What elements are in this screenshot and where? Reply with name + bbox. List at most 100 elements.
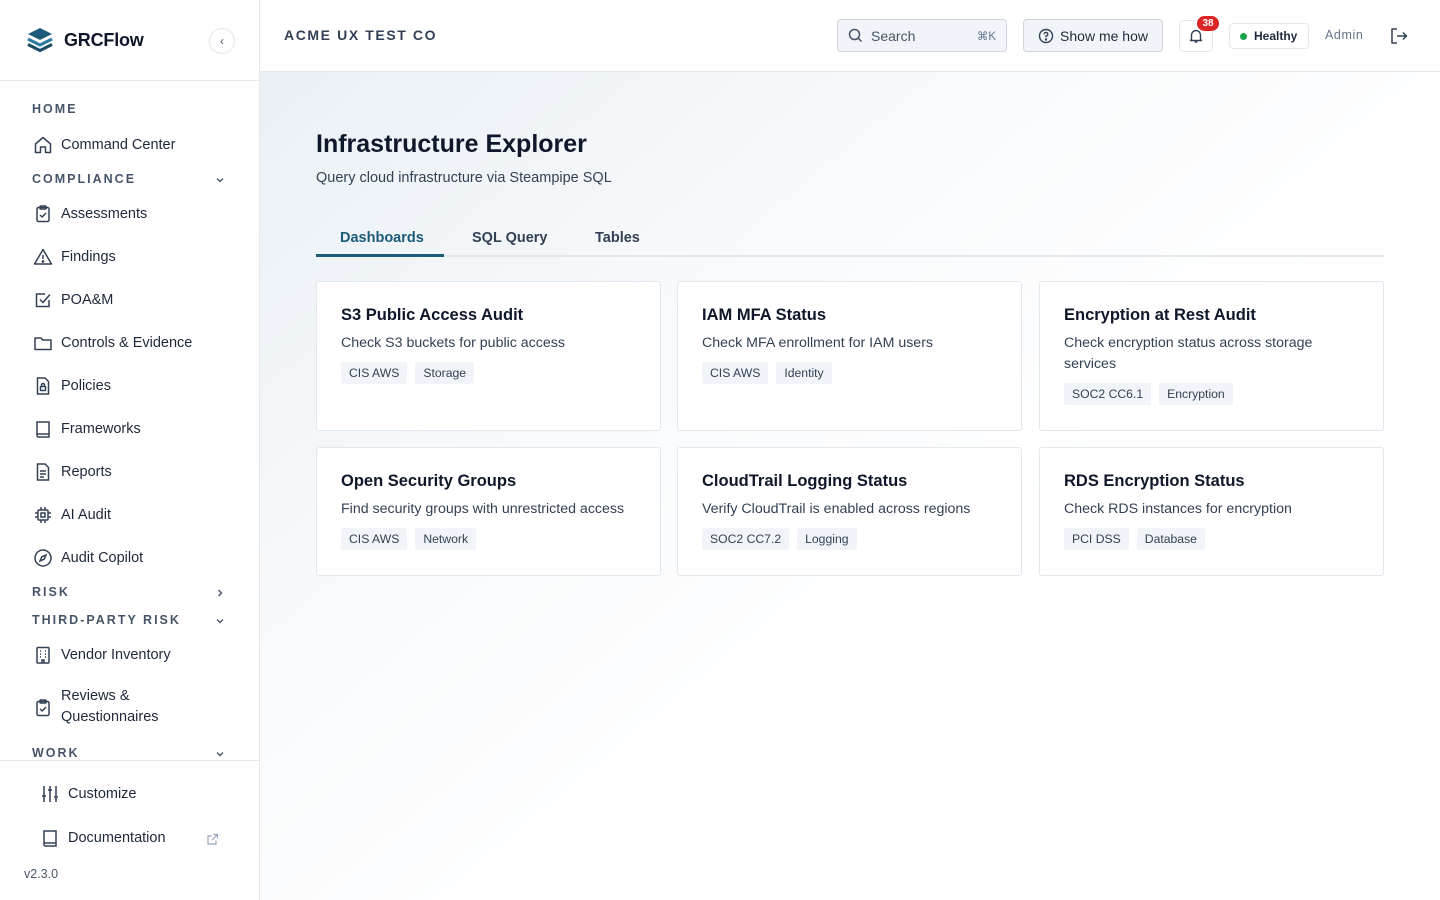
search-input[interactable]: Search ⌘K	[837, 19, 1007, 52]
sidebar-item-label: AI Audit	[61, 506, 111, 523]
tag: Encryption	[1159, 383, 1233, 405]
card-description: Check RDS instances for encryption	[1064, 501, 1292, 517]
dashboard-card[interactable]: IAM MFA Status Check MFA enrollment for …	[677, 281, 1022, 431]
tab-sql-query[interactable]: SQL Query	[472, 230, 547, 246]
status-dot	[1240, 32, 1247, 40]
external-link-icon	[206, 833, 219, 851]
sidebar-item-label: Audit Copilot	[61, 549, 144, 566]
card-description: Check encryption status across storage s…	[1064, 335, 1313, 372]
document-lock-icon	[32, 375, 53, 396]
book-icon	[32, 418, 53, 439]
compass-icon	[32, 547, 53, 568]
notification-count-badge: 38	[1197, 16, 1219, 31]
card-tags: SOC2 CC7.2 Logging	[702, 528, 997, 550]
card-description: Verify CloudTrail is enabled across regi…	[702, 501, 971, 517]
sidebar-item-policies[interactable]: Policies	[32, 375, 111, 396]
page-title: Infrastructure Explorer	[316, 130, 587, 158]
sidebar-item-findings[interactable]: Findings	[32, 246, 116, 267]
tag: Database	[1136, 528, 1205, 550]
sidebar-item-label: Controls & Evidence	[61, 334, 193, 351]
sidebar-item-label: Command Center	[61, 136, 176, 153]
customize-button[interactable]: Customize	[40, 784, 137, 804]
sidebar-item-label: Reviews &	[61, 688, 130, 704]
card-title: Encryption at Rest Audit	[1064, 306, 1256, 324]
dashboard-card[interactable]: CloudTrail Logging Status Verify CloudTr…	[677, 447, 1022, 576]
sidebar-item-label: Questionnaires	[61, 709, 159, 725]
customize-label: Customize	[68, 786, 137, 802]
clipboard-check-icon	[32, 697, 53, 718]
dashboard-card[interactable]: RDS Encryption Status Check RDS instance…	[1039, 447, 1384, 576]
tag: Storage	[415, 362, 475, 384]
tag: Network	[415, 528, 477, 550]
dashboard-card[interactable]: Encryption at Rest Audit Check encryptio…	[1039, 281, 1384, 431]
card-title: CloudTrail Logging Status	[702, 472, 908, 490]
chevron-down-icon[interactable]	[212, 746, 228, 760]
logout-button[interactable]	[1387, 24, 1411, 48]
section-compliance[interactable]: COMPLIANCE	[32, 172, 136, 186]
file-text-icon	[32, 461, 53, 482]
grcflow-logo-icon[interactable]	[24, 24, 56, 56]
chevron-down-icon[interactable]	[212, 172, 228, 188]
sidebar-nav: HOME Command Center COMPLIANCE Assessmen…	[0, 81, 259, 760]
sidebar-item-label: Frameworks	[61, 420, 141, 437]
main-content: Infrastructure Explorer Query cloud infr…	[260, 72, 1440, 900]
card-title: RDS Encryption Status	[1064, 472, 1245, 490]
sidebar-item-label: POA&M	[61, 291, 114, 308]
section-risk[interactable]: RISK	[32, 585, 70, 599]
chevron-right-icon[interactable]	[212, 585, 228, 601]
card-tags: PCI DSS Database	[1064, 528, 1359, 550]
sidebar-item-command-center[interactable]: Command Center	[32, 134, 175, 155]
sidebar: GRCFlow ‹ HOME Command Center COMPLIANCE…	[0, 0, 260, 900]
app-version: v2.3.0	[24, 867, 59, 881]
tag: Logging	[797, 528, 857, 550]
organization-name: ACME UX TEST CO	[284, 27, 438, 43]
tab-bar: Dashboards SQL Query Tables	[316, 220, 1384, 257]
sidebar-item-vendor-inventory[interactable]: Vendor Inventory	[32, 644, 171, 665]
warning-triangle-icon	[32, 246, 53, 267]
collapse-sidebar-button[interactable]: ‹	[209, 28, 235, 54]
sidebar-item-reviews-questionnaires[interactable]: Reviews & Questionnaires	[32, 686, 159, 728]
tab-tables[interactable]: Tables	[595, 230, 640, 246]
show-me-how-button[interactable]: Show me how	[1023, 19, 1163, 52]
card-tags: CIS AWS Storage	[341, 362, 636, 384]
sidebar-item-ai-audit[interactable]: AI Audit	[32, 504, 111, 525]
help-circle-icon	[1038, 28, 1054, 44]
sidebar-item-poam[interactable]: POA&M	[32, 289, 113, 310]
clipboard-check-icon	[32, 203, 53, 224]
section-third-party-risk[interactable]: THIRD-PARTY RISK	[32, 613, 181, 627]
sidebar-item-audit-copilot[interactable]: Audit Copilot	[32, 547, 143, 568]
system-status-badge[interactable]: Healthy	[1229, 23, 1309, 49]
user-name[interactable]: Admin	[1325, 28, 1363, 42]
logout-icon	[1389, 26, 1409, 46]
dashboard-card[interactable]: Open Security Groups Find security group…	[316, 447, 661, 576]
dashboard-card[interactable]: S3 Public Access Audit Check S3 buckets …	[316, 281, 661, 431]
tag: PCI DSS	[1064, 528, 1129, 550]
tag: CIS AWS	[702, 362, 769, 384]
book-icon	[40, 828, 60, 848]
sidebar-item-label: Assessments	[61, 205, 148, 222]
sidebar-item-frameworks[interactable]: Frameworks	[32, 418, 141, 439]
building-icon	[32, 644, 53, 665]
active-tab-indicator	[316, 254, 444, 257]
sidebar-item-label: Policies	[61, 377, 111, 394]
card-tags: SOC2 CC6.1 Encryption	[1064, 383, 1359, 405]
section-work[interactable]: WORK	[32, 746, 80, 760]
cpu-chip-icon	[32, 504, 53, 525]
documentation-link[interactable]: Documentation	[40, 828, 166, 848]
card-description: Check MFA enrollment for IAM users	[702, 335, 934, 351]
card-tags: CIS AWS Identity	[702, 362, 997, 384]
documentation-label: Documentation	[68, 830, 166, 846]
sidebar-item-controls-evidence[interactable]: Controls & Evidence	[32, 332, 192, 353]
home-icon	[32, 134, 53, 155]
sidebar-item-reports[interactable]: Reports	[32, 461, 112, 482]
chevron-down-icon[interactable]	[212, 613, 228, 629]
tag: SOC2 CC6.1	[1064, 383, 1152, 405]
checkbox-icon	[32, 289, 53, 310]
top-header: ACME UX TEST CO Search ⌘K Show me how 38…	[260, 0, 1440, 72]
tag: CIS AWS	[341, 528, 408, 550]
app-name[interactable]: GRCFlow	[64, 30, 144, 51]
tab-dashboards[interactable]: Dashboards	[340, 230, 424, 246]
sidebar-item-label: Vendor Inventory	[61, 646, 171, 663]
sidebar-item-assessments[interactable]: Assessments	[32, 203, 147, 224]
section-home: HOME	[32, 102, 78, 116]
